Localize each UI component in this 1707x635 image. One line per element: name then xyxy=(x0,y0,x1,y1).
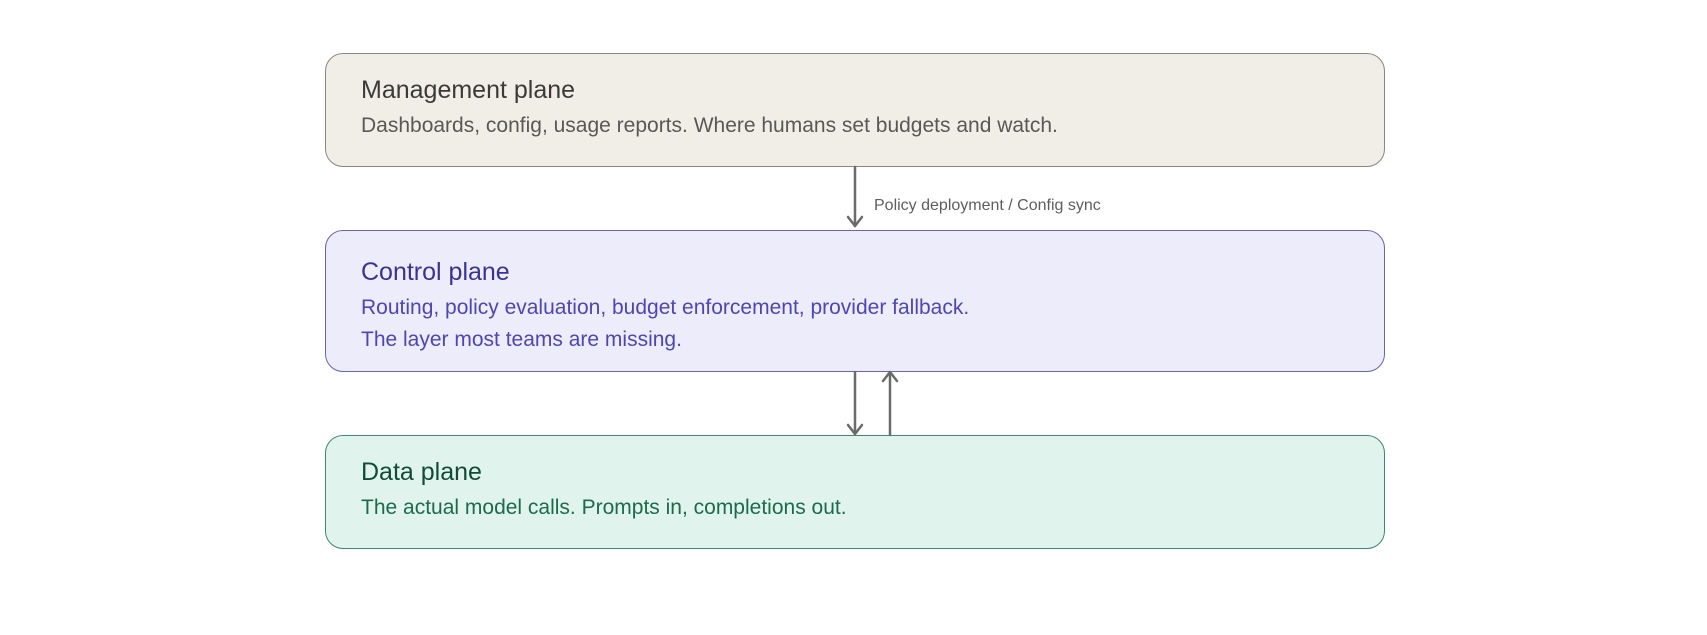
management-to-control-arrow xyxy=(846,165,864,228)
control-plane-title: Control plane xyxy=(361,258,510,286)
data-plane-box: Data plane The actual model calls. Promp… xyxy=(325,435,1385,549)
plane-architecture-diagram: Management plane Dashboards, config, usa… xyxy=(0,0,1707,635)
control-to-data-arrow xyxy=(846,370,864,436)
data-to-control-arrow xyxy=(881,370,899,437)
management-plane-title: Management plane xyxy=(361,76,576,104)
policy-deployment-config-sync-label: Policy deployment / Config sync xyxy=(874,197,1101,214)
data-plane-description: The actual model calls. Prompts in, comp… xyxy=(361,496,847,519)
data-plane-title: Data plane xyxy=(361,458,482,486)
management-plane-box: Management plane Dashboards, config, usa… xyxy=(325,53,1385,167)
control-plane-box: Control plane Routing, policy evaluation… xyxy=(325,230,1385,372)
control-plane-description-line-1: Routing, policy evaluation, budget enfor… xyxy=(361,296,970,319)
management-plane-description: Dashboards, config, usage reports. Where… xyxy=(361,114,1058,137)
control-plane-description-line-2: The layer most teams are missing. xyxy=(361,328,682,351)
